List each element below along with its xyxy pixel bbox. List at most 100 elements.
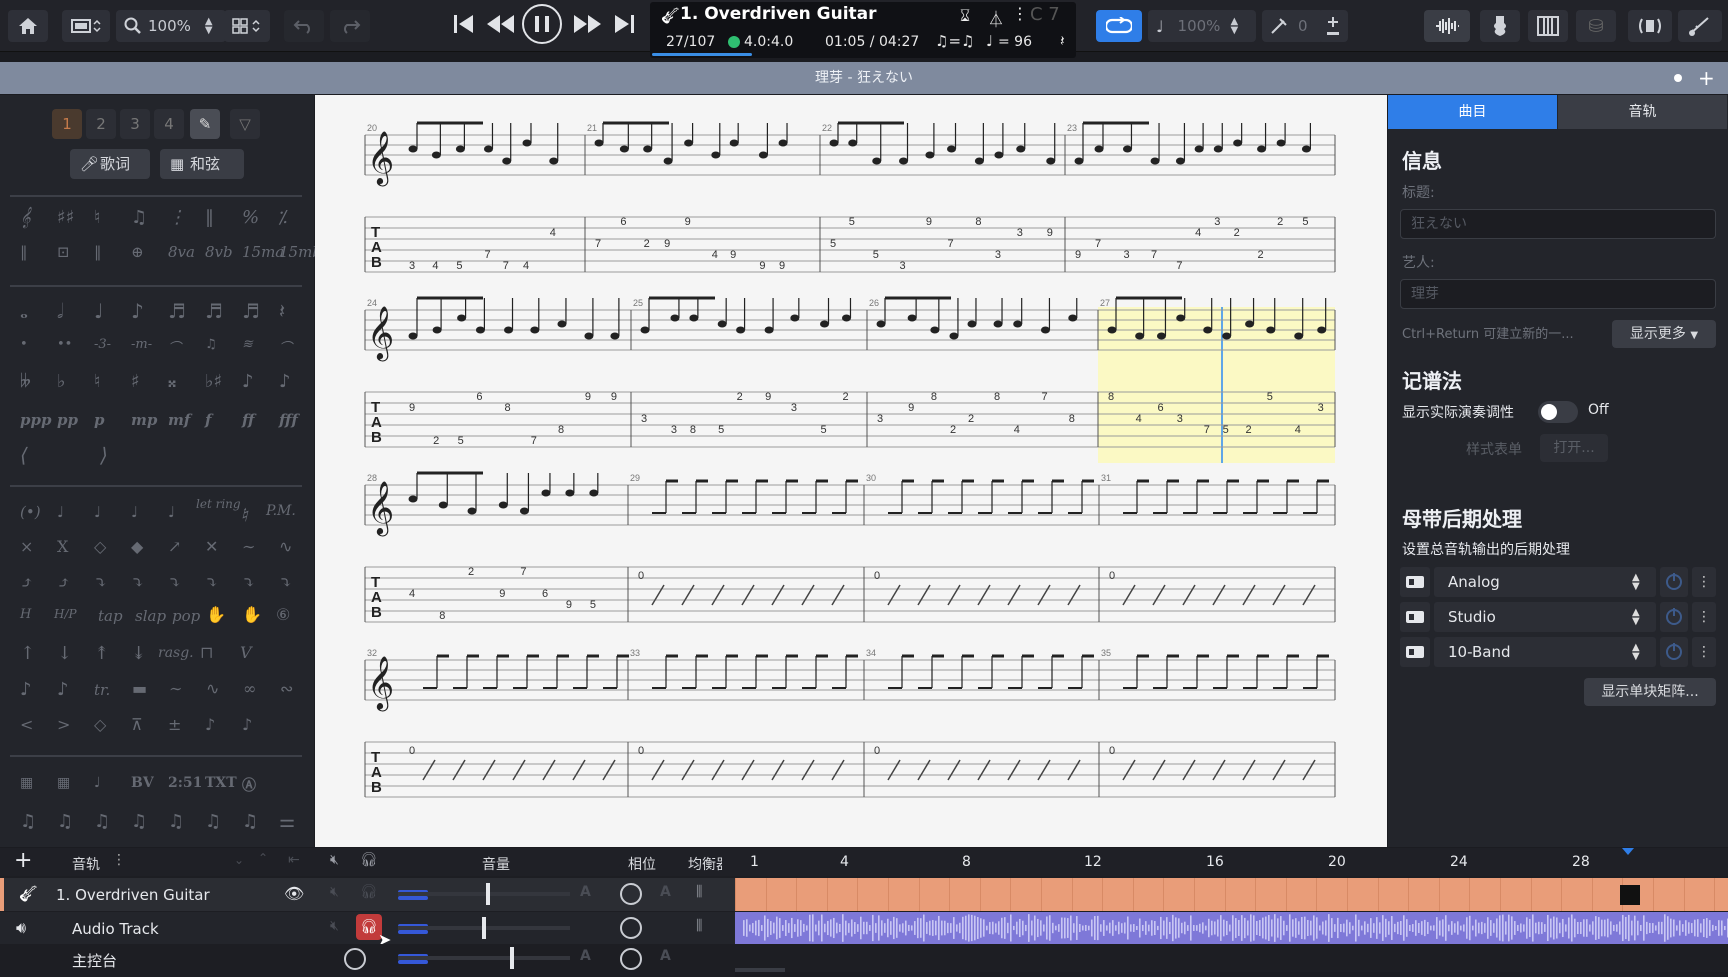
hourglass-icon[interactable]: ⌛︎	[960, 6, 970, 26]
accidental-2[interactable]: ♮	[94, 371, 100, 392]
fx-slot-studio[interactable]: Studio ▲ ▼ ⋮	[1400, 602, 1716, 632]
voice-tab-4[interactable]: 4	[154, 109, 184, 139]
string-number-icon[interactable]: ⑥	[276, 605, 290, 624]
rhythm-7[interactable]: ⌒	[279, 337, 292, 356]
beam-2[interactable]: ♫	[94, 811, 110, 832]
speed-control[interactable]: ♩ 100% ▲ ▼	[1148, 10, 1256, 42]
beam-5[interactable]: ♫	[205, 811, 221, 832]
track-name[interactable]: 1. Overdriven Guitar	[56, 886, 210, 904]
automation-icon[interactable]: A	[660, 948, 671, 964]
note-duration-2[interactable]: ♩	[94, 299, 103, 323]
note-duration-6[interactable]: ♬	[242, 299, 260, 323]
speed-stepper-icon[interactable]: ▲ ▼	[1230, 17, 1238, 36]
downstroke-icon[interactable]: ⊓	[200, 643, 213, 662]
track-row-master[interactable]: 主控台 A A	[0, 944, 735, 977]
beam-1[interactable]: ♫	[57, 811, 73, 832]
solo-headphones-icon[interactable]: 🎧︎	[360, 852, 378, 868]
eye-visible-icon[interactable]: 👁︎	[284, 884, 304, 903]
mute-icon[interactable]: 🔇︎	[330, 884, 339, 900]
timeline-ruler[interactable]: 1 4 8 12 16 20 24 28	[735, 848, 1728, 876]
slide-0[interactable]: ⤴	[20, 573, 33, 592]
beam-4[interactable]: ♫	[168, 811, 184, 832]
palette-symbol-6[interactable]: %	[242, 207, 259, 228]
show-matrix-button[interactable]: 显示单块矩阵...	[1584, 678, 1716, 706]
palette-symbol-2[interactable]: ♮	[94, 207, 100, 228]
technique-2[interactable]: ◇	[94, 537, 106, 556]
strum-3[interactable]: ↡	[131, 643, 146, 664]
fx-stepper-icon[interactable]: ▲ ▼	[1632, 573, 1640, 592]
fx-menu-icon[interactable]: ⋮	[1692, 602, 1716, 632]
grace-0[interactable]: ♪	[20, 679, 32, 700]
articulation-1[interactable]: ♩	[57, 503, 64, 521]
hammer-pull-icon[interactable]: H/P	[54, 607, 77, 621]
guitar-clip-lane[interactable]	[735, 878, 1728, 911]
technique-3[interactable]: ◆	[131, 537, 143, 556]
annotation-5[interactable]: TXT	[205, 775, 237, 791]
transpose-toggle[interactable]	[1538, 401, 1578, 423]
notation-edit-button[interactable]: ✎	[190, 109, 220, 139]
upstroke-icon[interactable]: V	[240, 643, 252, 662]
crescendo-icon[interactable]: ⟨	[20, 443, 28, 467]
fx-name[interactable]: Analog	[1434, 567, 1656, 597]
slide-6[interactable]: ⤵	[242, 573, 255, 592]
tab-song[interactable]: 曲目	[1388, 95, 1557, 129]
rhythm-6[interactable]: ≋	[242, 337, 253, 352]
rhythm-0[interactable]: •	[20, 337, 28, 352]
tap-label[interactable]: tap	[98, 607, 123, 625]
pause-button[interactable]	[522, 4, 562, 44]
rhythm-4[interactable]: ⌒	[168, 337, 181, 356]
articulation-4[interactable]: ♩	[168, 503, 175, 521]
audio-view-button[interactable]	[1424, 10, 1470, 42]
track-row-audio[interactable]: 🔊︎ Audio Track 🔇︎ 🎧︎ ➤ ⫼	[0, 912, 735, 949]
lyrics-button[interactable]: 🎤︎ 歌词	[70, 149, 150, 179]
slide-7[interactable]: ⤵	[279, 573, 292, 592]
slide-4[interactable]: ⤵	[168, 573, 181, 592]
technique-7[interactable]: ∿	[279, 537, 292, 556]
palette-symbol-7[interactable]: ⁒	[279, 207, 287, 228]
accidental-3[interactable]: ♯	[131, 371, 140, 392]
eq-icon[interactable]: ⫼	[696, 884, 702, 900]
drum-view-button[interactable]: ⛁	[1576, 10, 1616, 42]
technique-0[interactable]: ×	[20, 537, 33, 556]
instrument-view-button[interactable]	[1480, 10, 1520, 42]
fx-name[interactable]: 10-Band	[1434, 637, 1656, 667]
fast-forward-button[interactable]	[572, 12, 602, 40]
track-row-guitar[interactable]: 🎸︎ 1. Overdriven Guitar 👁︎ 🔇︎ 🎧︎ A A ⫼	[0, 878, 735, 911]
technique-5[interactable]: ✕	[205, 537, 218, 556]
power-icon[interactable]	[1660, 567, 1688, 597]
volume-slider-handle[interactable]	[482, 917, 486, 939]
tracks-menu-icon[interactable]: ⋮	[112, 852, 126, 868]
pop-label[interactable]: pop	[172, 607, 200, 625]
accidental-7[interactable]: ♪	[279, 371, 291, 392]
power-icon[interactable]	[1660, 637, 1688, 667]
accent-4[interactable]: ±	[168, 715, 181, 734]
voice-tab-1[interactable]: 1	[52, 109, 82, 139]
articulation-6[interactable]: 𝄮	[242, 503, 248, 521]
palette-symbol-0[interactable]: 𝄞	[20, 207, 31, 228]
accent-6[interactable]: ♪	[242, 715, 252, 734]
strum-2[interactable]: ↟	[94, 643, 109, 664]
technique-4[interactable]: ↗	[168, 537, 181, 556]
accent-2[interactable]: ◇	[94, 715, 106, 734]
undo-button[interactable]	[284, 10, 324, 42]
collapse-button[interactable]: ▽	[230, 109, 260, 139]
articulation-2[interactable]: ♩	[94, 503, 101, 521]
decrescendo-icon[interactable]: ⟩	[100, 443, 108, 467]
volume-slider-handle[interactable]	[486, 883, 490, 905]
dynamic-0[interactable]: ppp	[20, 411, 51, 429]
hammer-on-icon[interactable]: H	[20, 607, 31, 622]
palette-symbol-5[interactable]: ‖	[205, 207, 214, 228]
palette-octave-2[interactable]: ‖	[94, 243, 102, 261]
chevron-up-icon[interactable]: ⌃	[258, 851, 268, 865]
trill-label[interactable]: tr.	[94, 681, 110, 699]
palette-octave-3[interactable]: ⊕	[131, 243, 144, 261]
slide-2[interactable]: ⤵	[94, 573, 107, 592]
eq-icon[interactable]: ⫼	[696, 918, 702, 934]
pan-knob[interactable]	[620, 883, 642, 905]
volume-slider-track[interactable]	[398, 956, 570, 960]
skip-end-button[interactable]	[612, 12, 636, 40]
track-name[interactable]: Audio Track	[72, 920, 159, 938]
note-duration-7[interactable]: 𝄽	[279, 299, 285, 323]
rasgueado-label[interactable]: rasg.	[158, 645, 194, 661]
fx-slot-10-band[interactable]: 10-Band ▲ ▼ ⋮	[1400, 637, 1716, 667]
